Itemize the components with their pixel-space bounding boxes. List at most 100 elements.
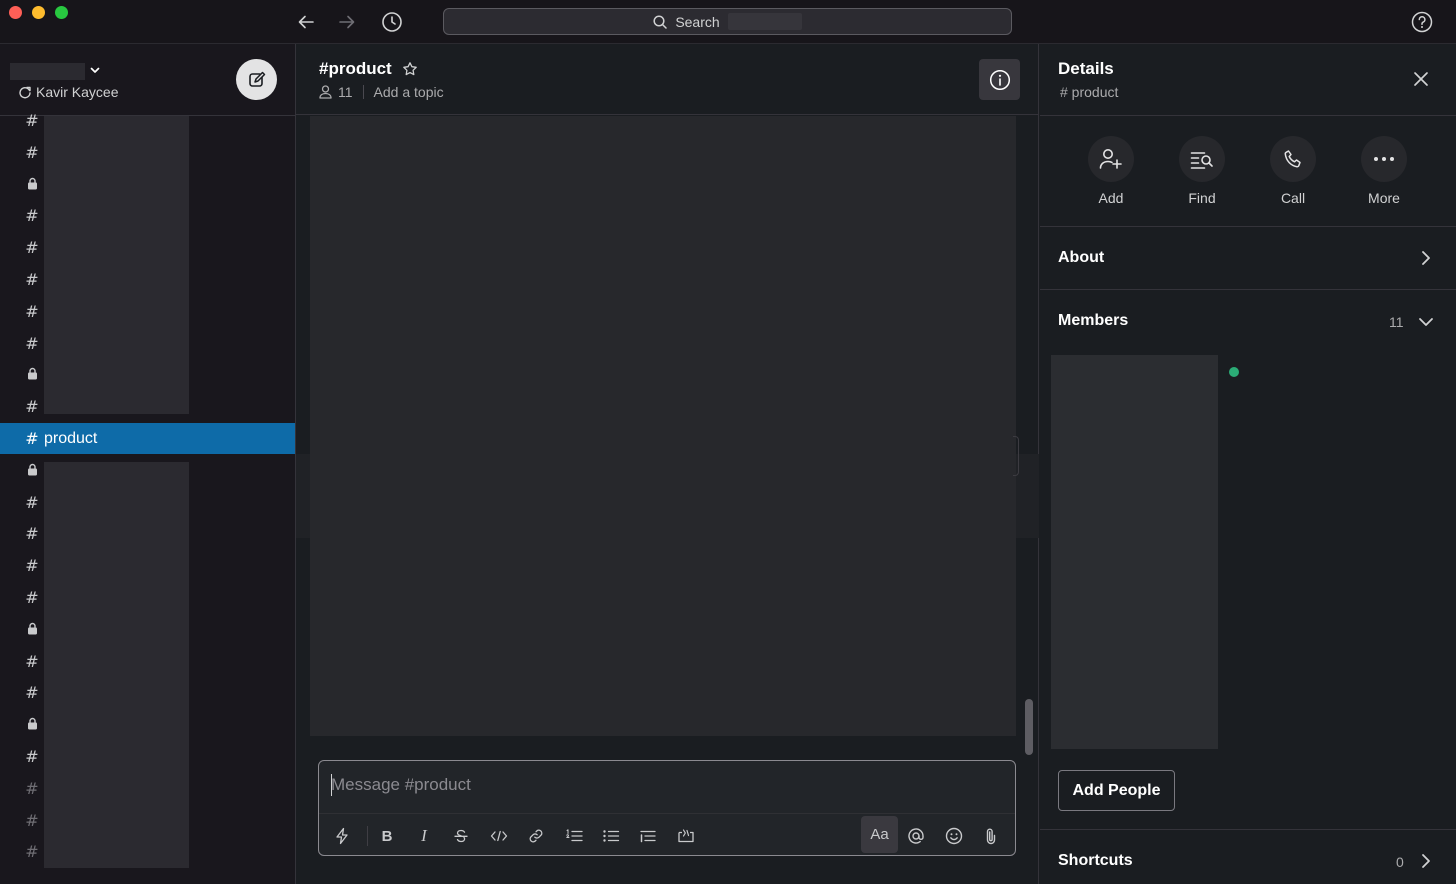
zoom-window-button[interactable] [55, 6, 68, 19]
code-block-button[interactable] [670, 820, 702, 852]
workspace-name[interactable] [10, 63, 85, 80]
formatting-toolbar: B I Aa [319, 813, 1015, 855]
forward-button[interactable] [335, 10, 359, 34]
blockquote-icon [640, 830, 656, 843]
add-action-button[interactable]: Add [1081, 136, 1141, 206]
message-input[interactable]: Message #product [331, 775, 471, 795]
channel-title-button[interactable]: #product [319, 59, 418, 79]
more-action-button[interactable]: More [1354, 136, 1414, 206]
hash-icon: # [25, 556, 39, 576]
clock-icon [382, 12, 402, 32]
lock-icon [25, 365, 39, 384]
bulleted-list-icon [603, 830, 620, 842]
chevron-down-icon[interactable] [88, 63, 102, 77]
bold-icon: B [381, 827, 393, 845]
channel-actions: Add Find Call More [1040, 116, 1456, 227]
hash-icon: # [25, 778, 39, 798]
smiley-icon [945, 827, 963, 845]
hash-icon: # [25, 238, 39, 258]
add-people-button[interactable]: Add People [1058, 770, 1175, 811]
at-sign-icon [908, 828, 924, 844]
search-bar[interactable]: Search [443, 8, 1012, 35]
hash-icon: # [25, 270, 39, 289]
ordered-list-button[interactable] [558, 820, 590, 852]
hash-icon: # [25, 588, 39, 607]
chevron-right-icon [1418, 853, 1434, 869]
lightning-icon [336, 827, 348, 845]
emoji-button[interactable] [938, 820, 970, 852]
arrow-right-icon [339, 15, 355, 29]
phone-icon [1284, 150, 1301, 168]
italic-button[interactable]: I [408, 820, 440, 852]
details-pane: Details # product Add Find Call More Abo… [1040, 44, 1456, 884]
strikethrough-button[interactable] [445, 820, 477, 852]
history-button[interactable] [380, 10, 404, 34]
bold-button[interactable]: B [371, 820, 403, 852]
hash-icon: # [25, 206, 39, 226]
code-button[interactable] [483, 820, 515, 852]
member-count[interactable]: 11 [338, 84, 353, 100]
about-section-button[interactable]: About [1040, 227, 1456, 290]
online-status-indicator [1229, 367, 1239, 377]
close-window-button[interactable] [9, 6, 22, 19]
call-action-circle [1270, 136, 1316, 182]
add-topic-link[interactable]: Add a topic [374, 84, 444, 100]
hash-icon: # [25, 524, 39, 544]
lock-icon [25, 620, 39, 639]
link-button[interactable] [520, 820, 552, 852]
user-name: Kavir Kaycee [36, 84, 119, 100]
add-action-label: Add [1098, 190, 1124, 206]
compose-button[interactable] [236, 59, 277, 100]
toolbar-divider [367, 826, 368, 846]
blockquote-button[interactable] [632, 820, 664, 852]
redacted-channel-names [44, 462, 189, 868]
paperclip-icon [986, 828, 996, 845]
mention-button[interactable] [900, 820, 932, 852]
chevron-down-icon[interactable] [1418, 314, 1434, 330]
hash-icon: # [25, 492, 39, 512]
lock-icon [25, 461, 39, 480]
search-label: Search [675, 13, 720, 30]
channel-view: #product 11 Add a topic Message #product… [296, 44, 1039, 884]
close-details-button[interactable] [1410, 68, 1432, 90]
add-action-circle [1088, 136, 1134, 182]
strikethrough-icon [454, 829, 468, 843]
redacted-workspace-name [727, 13, 802, 30]
hash-icon: # [25, 429, 39, 448]
lock-icon [25, 715, 39, 734]
arrow-left-icon [298, 15, 314, 29]
code-block-icon [678, 829, 694, 843]
hash-icon: # [25, 333, 39, 353]
italic-icon: I [421, 826, 427, 845]
help-button[interactable] [1411, 11, 1433, 33]
call-action-button[interactable]: Call [1263, 136, 1323, 206]
more-action-circle [1361, 136, 1407, 182]
current-user[interactable]: Kavir Kaycee [18, 84, 118, 100]
divider [362, 85, 364, 99]
help-icon [1411, 11, 1433, 33]
sidebar: Kavir Kaycee # # # # # # # # # # # product # # # # # # # # [0, 44, 296, 884]
shortcuts-button[interactable] [326, 820, 358, 852]
back-button[interactable] [294, 10, 318, 34]
find-action-label: Find [1188, 190, 1216, 206]
members-label[interactable]: Members [1058, 312, 1128, 330]
minimize-window-button[interactable] [32, 6, 45, 19]
find-in-channel-icon [1190, 152, 1213, 169]
hash-icon: # [25, 301, 39, 321]
find-action-button[interactable]: Find [1172, 136, 1232, 206]
sidebar-channel-item[interactable]: # product [0, 423, 295, 454]
bulleted-list-button[interactable] [595, 820, 627, 852]
format-label: Aa [870, 826, 889, 843]
members-count: 11 [1389, 314, 1404, 330]
star-icon[interactable] [402, 61, 418, 77]
search-icon [653, 14, 668, 29]
details-channel-name: # product [1060, 84, 1119, 100]
message-scrollbar[interactable] [1025, 699, 1033, 755]
attach-button[interactable] [975, 820, 1007, 852]
members-section: Members 11 Add People [1040, 290, 1456, 830]
hash-icon: # [25, 683, 39, 703]
formatting-toggle-button[interactable]: Aa [861, 816, 898, 853]
shortcuts-section-button[interactable]: Shortcuts 0 [1040, 830, 1456, 884]
channel-details-button[interactable] [979, 59, 1020, 100]
info-icon [989, 69, 1010, 90]
